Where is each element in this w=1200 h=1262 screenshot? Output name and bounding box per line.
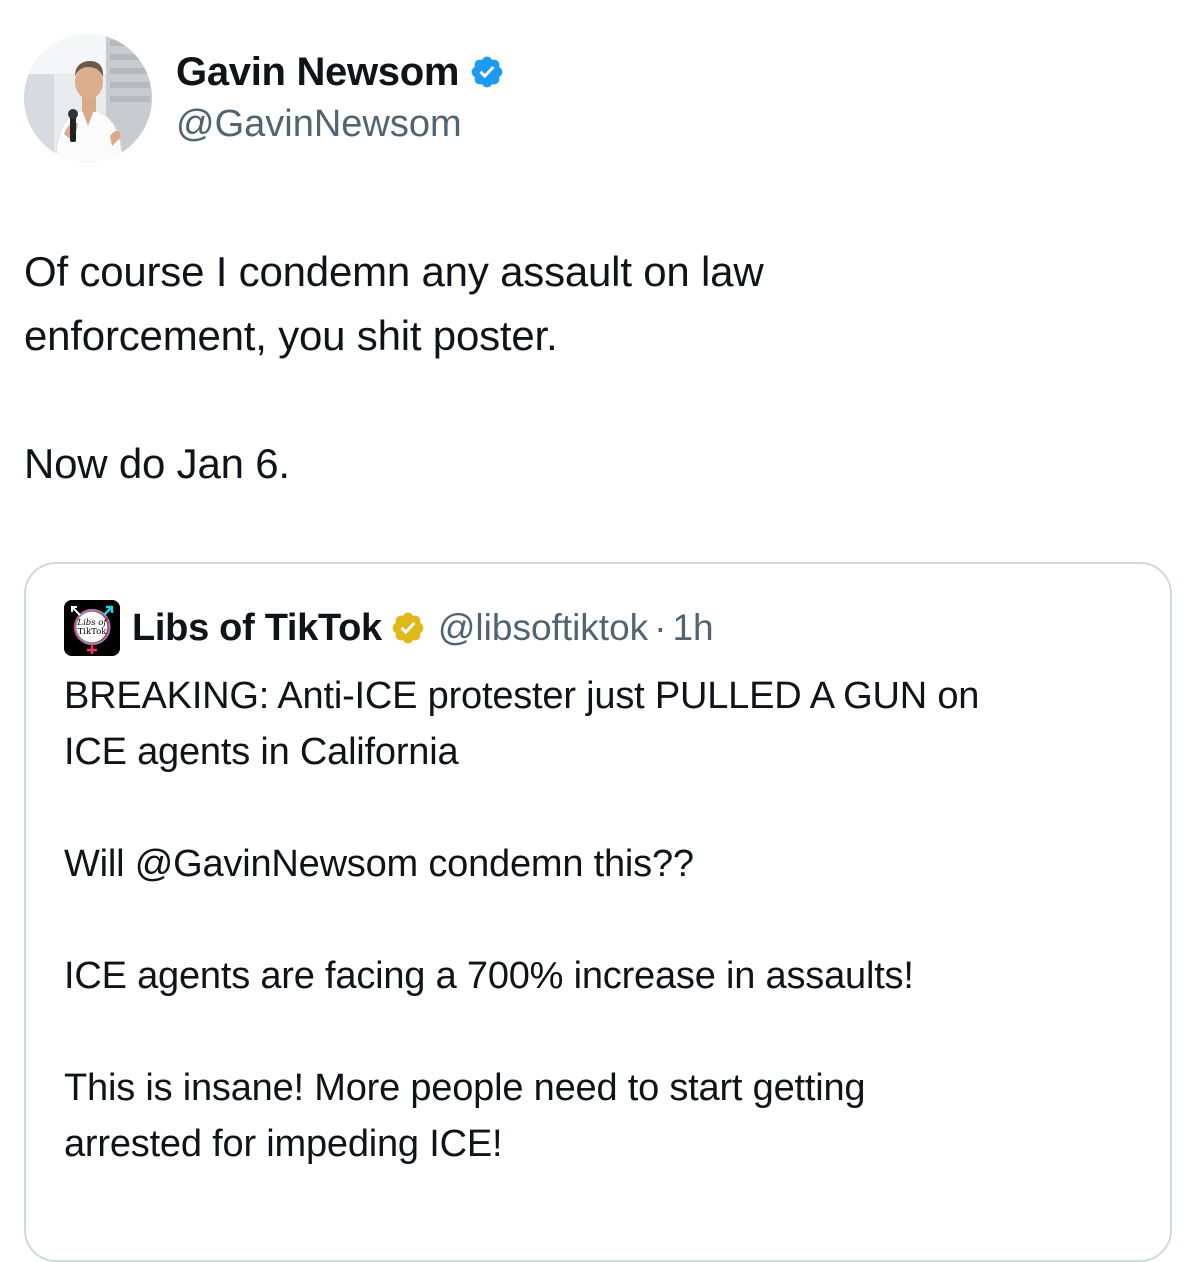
author-name-row: Gavin Newsom: [176, 46, 505, 98]
author-handle[interactable]: @GavinNewsom: [176, 103, 462, 146]
author-avatar[interactable]: [24, 34, 152, 162]
quoted-header-separator: ·: [654, 607, 667, 648]
quoted-author-name[interactable]: Libs of TikTok: [132, 607, 382, 650]
tweet-paragraph: Now do Jan 6.: [24, 440, 290, 487]
quoted-tweet-paragraph: BREAKING: Anti-ICE protester just PULLED…: [64, 675, 980, 773]
quoted-author-avatar[interactable]: Libs of TikTok: [64, 600, 120, 656]
tweet-text: Of course I condemn any assault on law e…: [24, 240, 1174, 496]
quoted-tweet-text: BREAKING: Anti-ICE protester just PULLED…: [64, 668, 1144, 1172]
verified-badge-icon: [471, 56, 503, 88]
quoted-tweet-card[interactable]: Libs of TikTok Libs of TikTok @libsoftik…: [24, 562, 1172, 1262]
author-name[interactable]: Gavin Newsom: [176, 50, 459, 95]
quoted-author-handle[interactable]: @libsoftiktok: [438, 607, 648, 649]
quoted-tweet-paragraph: Will @GavinNewsom condemn this??: [64, 843, 694, 885]
quoted-avatar-logo-line2: TikTok: [78, 627, 108, 637]
quoted-tweet-paragraph: This is insane! More people need to star…: [64, 1067, 866, 1165]
quoted-tweet-header: Libs of TikTok Libs of TikTok @libsoftik…: [64, 600, 714, 656]
quoted-tweet-timestamp[interactable]: 1h: [672, 607, 713, 649]
gold-verified-badge-icon: [392, 612, 424, 644]
tweet-paragraph: Of course I condemn any assault on law e…: [24, 248, 764, 359]
quoted-tweet-paragraph: ICE agents are facing a 700% increase in…: [64, 955, 914, 997]
libs-of-tiktok-logo-icon: Libs of TikTok: [64, 600, 120, 656]
author-avatar-photo: [24, 34, 152, 162]
